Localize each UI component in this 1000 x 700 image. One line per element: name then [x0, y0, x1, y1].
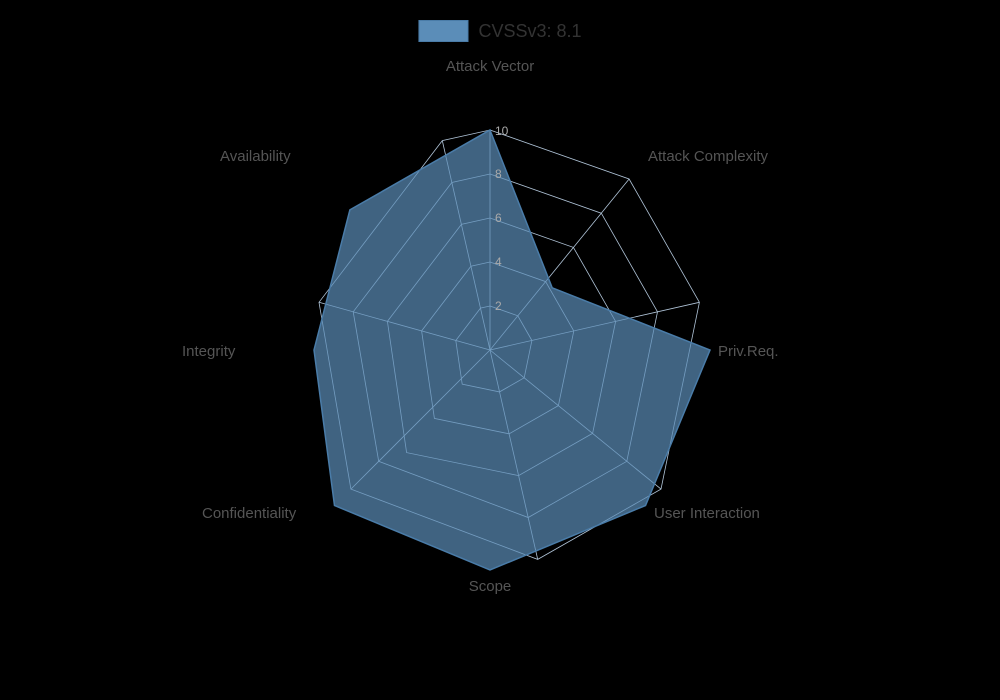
data-polygon	[314, 130, 710, 570]
grid-label-2: 2	[495, 299, 502, 313]
grid-label-6: 6	[495, 211, 502, 225]
grid-label-10: 10	[495, 124, 509, 138]
chart-container: CVSSv3: 8.1 .grid-line { fill: none; str…	[0, 0, 1000, 700]
radar-chart-svg: .grid-line { fill: none; stroke: #b0c4d8…	[0, 0, 1000, 700]
grid-label-4: 4	[495, 255, 502, 269]
grid-label-8: 8	[495, 167, 502, 181]
